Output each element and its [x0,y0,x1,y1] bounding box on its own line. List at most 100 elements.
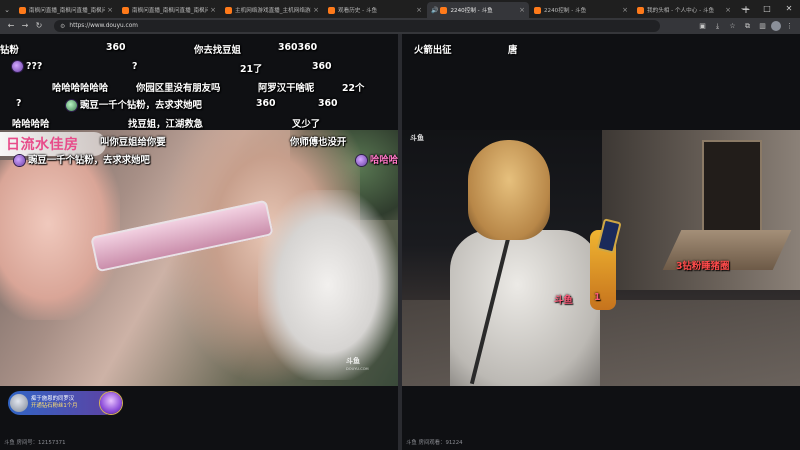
danmaku-item: ? [132,61,138,72]
browser-toolbar: ← → ↻ ⚙ https://www.douyu.com ▣ ⤓ ☆ ⧉ ▥ … [0,18,800,34]
browser-window: ⌄ 南枫问直播_南枫问直播_南枫问直播 × 南枫问直播_南枫问直播_南枫问直播 … [0,0,800,450]
danmaku-item: 叫你豆姐给你要 [100,137,166,148]
gift-user-name: 痴于施恩的同罗汉 [31,396,75,402]
extensions-icon[interactable]: ⧉ [741,20,754,33]
browser-tab-title: 南枫问直播_南枫问直播_南枫问直播 [132,8,209,14]
browser-tab-title: 2240控制 - 斗鱼 [450,8,493,14]
douyu-favicon-icon [225,6,232,14]
danmaku-item: ??? [12,61,42,72]
danmaku-item: 3钻粉睡猪圈 [676,261,730,272]
address-bar[interactable]: ⚙ https://www.douyu.com [54,20,660,32]
page-content: 日流水佳房 斗鱼 DOUYU.COM 钻粉 360 你去找豆姐 360360 ?… [0,34,800,450]
gift-description: 开通钻石粉丝1个月 [31,403,78,409]
fan-badge-icon [66,100,77,111]
video-subject [450,140,622,386]
site-info-icon[interactable]: ⚙ [60,23,65,30]
danmaku-text: 豌豆一千个钻粉，去求求她吧 [80,100,202,111]
maximize-button[interactable]: □ [756,0,778,18]
browser-tab-2[interactable]: 南枫问直播_南枫问直播_南枫问直播 × [118,2,220,18]
close-tab-icon[interactable]: × [210,6,216,14]
fan-badge-icon [14,155,25,166]
room-id-label: 斗鱼 房间观看：91224 [406,440,463,446]
minimize-button[interactable]: — [734,0,756,18]
address-url: https://www.douyu.com [69,23,138,29]
sidebar-icon[interactable]: ▥ [756,20,769,33]
browser-tab-3[interactable]: 主机网络游戏直播_主机网络游戏直播 × [221,2,323,18]
close-tab-icon[interactable]: × [519,6,525,14]
watermark-sub: DOUYU.COM [346,367,369,371]
gift-text: 痴于施恩的同罗汉 开通钻石粉丝1个月 [31,396,78,410]
danmaku-item: 找豆姐，江湖救急 [128,119,204,130]
gift-user-avatar [10,394,28,412]
douyu-favicon-icon [19,6,26,14]
right-stream-player[interactable]: 斗鱼 火箭出征 唐 3钻粉睡猪圈 斗鱼 1 斗鱼 房间观看：91224 [402,34,800,450]
browser-tab-4[interactable]: 观看历史 - 斗鱼 × [324,2,426,18]
danmaku-item: 豌豆一千个钻粉，去求求她吧 [66,97,202,111]
browser-tab-title: 南枫问直播_南枫问直播_南枫问直播 [29,8,106,14]
browser-tab-title: 我的头相 - 个人中心 - 斗鱼 [647,8,715,14]
danmaku-item: 你去找豆姐 [194,45,241,56]
download-icon[interactable]: ⤓ [711,20,724,33]
window-controls: — □ ✕ [734,0,800,18]
danmaku-item: 钻粉 [0,45,19,56]
browser-tab-5-active[interactable]: 🔊 2240控制 - 斗鱼 × [427,2,529,18]
danmaku-item: 哈哈哈哈哈哈 [52,83,109,94]
watermark-title: 斗鱼 [410,134,424,142]
left-stream-player[interactable]: 日流水佳房 斗鱼 DOUYU.COM 钻粉 360 你去找豆姐 360360 ?… [0,34,398,450]
browser-tab-6[interactable]: 2240控制 - 斗鱼 × [530,2,632,18]
video-door [702,140,762,240]
danmaku-item: ? [16,98,22,109]
douyu-favicon-icon [637,6,644,14]
speaker-icon[interactable]: 🔊 [431,7,438,14]
back-arrow-icon[interactable]: ← [4,19,18,33]
danmaku-item: 360 [106,42,126,53]
split-screen-icon[interactable]: ▣ [696,20,709,33]
danmaku-item: 豌豆一千个钻粉，去求求她吧 [14,152,150,166]
browser-tab-title: 主机网络游戏直播_主机网络游戏直播 [235,8,311,14]
close-tab-icon[interactable]: × [416,6,422,14]
danmaku-text: 哈哈哈 [370,155,398,166]
danmaku-item: 360 [318,98,338,109]
forward-arrow-icon[interactable]: → [18,19,32,33]
reload-icon[interactable]: ↻ [32,19,46,33]
close-tab-icon[interactable]: × [725,6,731,14]
close-tab-icon[interactable]: × [313,6,319,14]
danmaku-item: 360 [256,98,276,109]
fan-badge-icon [356,155,367,166]
danmaku-item: 火箭出征 [414,45,452,56]
danmaku-text: 豌豆一千个钻粉，去求求她吧 [28,155,150,166]
watermark-title: 斗鱼 [346,357,360,365]
browser-tab-title: 2240控制 - 斗鱼 [544,8,587,14]
video-subject-hair [468,140,550,240]
danmaku-item: 你师傅也没开 [290,137,347,148]
video-subject-body [450,230,600,386]
toolbar-actions: ▣ ⤓ ☆ ⧉ ▥ ⋮ [694,20,796,33]
profile-avatar[interactable] [771,21,781,31]
close-tab-icon[interactable]: × [622,6,628,14]
danmaku-item: 22个 [342,83,365,94]
menu-icon[interactable]: ⋮ [783,20,796,33]
left-stream-video[interactable] [0,130,398,386]
browser-tab-title: 观看历史 - 斗鱼 [338,8,378,14]
douyu-favicon-icon [440,6,448,14]
douyu-watermark: 斗鱼 DOUYU.COM [346,357,369,373]
close-tab-icon[interactable]: × [107,6,113,14]
close-window-button[interactable]: ✕ [778,0,800,18]
bookmark-star-icon[interactable]: ☆ [726,20,739,33]
tab-search-icon[interactable]: ⌄ [0,2,14,18]
browser-tab-7[interactable]: 我的头相 - 个人中心 - 斗鱼 × [633,2,735,18]
danmaku-text: ??? [26,61,43,72]
browser-tab-1[interactable]: 南枫问直播_南枫问直播_南枫问直播 × [15,2,117,18]
danmaku-item: 1 [594,292,601,303]
douyu-favicon-icon [534,6,541,14]
danmaku-item: 叉少了 [292,119,321,130]
fan-badge-icon [12,61,23,72]
danmaku-item: 21了 [240,64,263,75]
douyu-favicon-icon [122,6,129,14]
douyu-favicon-icon [328,6,335,14]
right-stream-video[interactable] [402,130,800,386]
room-id-label: 斗鱼 房间号：12157371 [4,440,66,446]
danmaku-item: 哈哈哈 [356,152,398,166]
danmaku-item: 哈哈哈哈 [12,119,50,130]
danmaku-item: 阿罗汉干啥呢 [258,83,315,94]
